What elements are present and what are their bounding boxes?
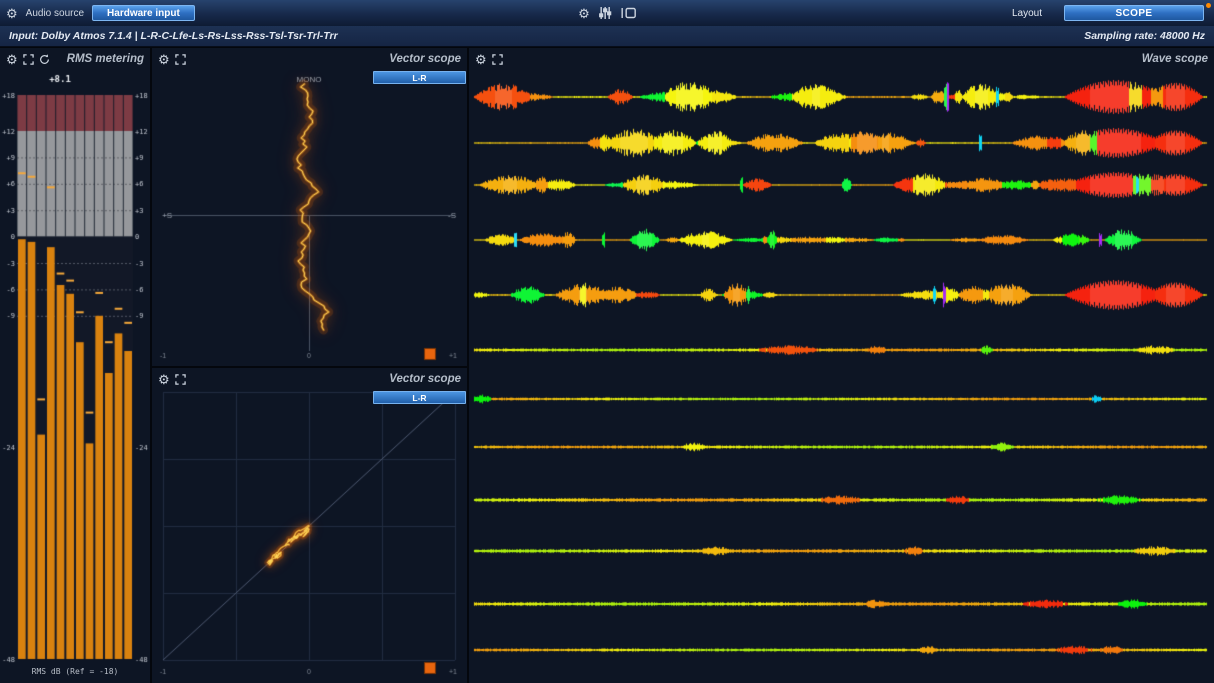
hardware-input-button[interactable]: Hardware input	[92, 5, 195, 21]
sampling-rate-label: Sampling rate: 48000 Hz	[1084, 30, 1205, 42]
vector-bottom-fullscreen-icon[interactable]	[175, 374, 186, 385]
rms-panel-title: RMS metering	[67, 53, 144, 65]
vector-bottom-mode-button[interactable]: L-R	[373, 391, 466, 404]
rms-fullscreen-icon[interactable]	[23, 54, 34, 65]
notification-dot	[1206, 3, 1211, 8]
vector-scope-bottom-panel: ⚙ Vector scope L-R	[152, 368, 467, 683]
settings-gear-icon[interactable]: ⚙	[6, 7, 18, 20]
wave-panel-header: ⚙ Wave scope	[469, 48, 1214, 70]
vector-scope-top-display	[152, 70, 467, 366]
rms-settings-gear-icon[interactable]: ⚙	[6, 53, 18, 66]
toolbar-center-group: ⚙	[578, 0, 636, 26]
wave-scope-panel: ⚙ Wave scope	[469, 48, 1214, 683]
wave-settings-gear-icon[interactable]: ⚙	[475, 53, 487, 66]
io-routing-icon[interactable]	[620, 7, 636, 19]
global-settings-gear-icon[interactable]: ⚙	[578, 7, 590, 20]
rms-footer-label: RMS dB (Ref = -18)	[0, 663, 150, 683]
sliders-icon[interactable]	[598, 6, 612, 20]
rms-meter-display	[0, 70, 150, 663]
info-bar: Input: Dolby Atmos 7.1.4 | L-R-C-Lfe-Ls-…	[0, 26, 1214, 47]
toolbar-left-group: ⚙ Audio source Hardware input	[6, 0, 195, 26]
vector-top-mode-button[interactable]: L-R	[373, 71, 466, 84]
vector-bottom-settings-gear-icon[interactable]: ⚙	[158, 373, 170, 386]
input-format-label: Input: Dolby Atmos 7.1.4 | L-R-C-Lfe-Ls-…	[9, 30, 338, 42]
scope-button[interactable]: SCOPE	[1064, 5, 1204, 21]
rms-reset-icon[interactable]	[39, 54, 50, 65]
vector-bottom-title: Vector scope	[389, 373, 461, 385]
layout-button[interactable]: Layout	[1012, 8, 1042, 19]
vector-top-header: ⚙ Vector scope	[152, 48, 467, 70]
vector-scope-bottom-display	[152, 390, 467, 683]
vector-scope-top-panel: ⚙ Vector scope L-R	[152, 48, 467, 366]
toolbar-right-group: Layout SCOPE	[1012, 0, 1204, 26]
wave-panel-title: Wave scope	[1142, 53, 1208, 65]
audio-source-label: Audio source	[26, 8, 84, 19]
vector-top-fullscreen-icon[interactable]	[175, 54, 186, 65]
rms-panel-header: ⚙ RMS metering	[0, 48, 150, 70]
top-toolbar: ⚙ Audio source Hardware input ⚙ Layout S…	[0, 0, 1214, 27]
wave-fullscreen-icon[interactable]	[492, 54, 503, 65]
wave-scope-display	[469, 70, 1214, 683]
vector-top-settings-gear-icon[interactable]: ⚙	[158, 53, 170, 66]
vector-top-title: Vector scope	[389, 53, 461, 65]
rms-metering-panel: ⚙ RMS metering RMS dB (Ref = -18)	[0, 48, 150, 683]
vector-bottom-header: ⚙ Vector scope	[152, 368, 467, 390]
